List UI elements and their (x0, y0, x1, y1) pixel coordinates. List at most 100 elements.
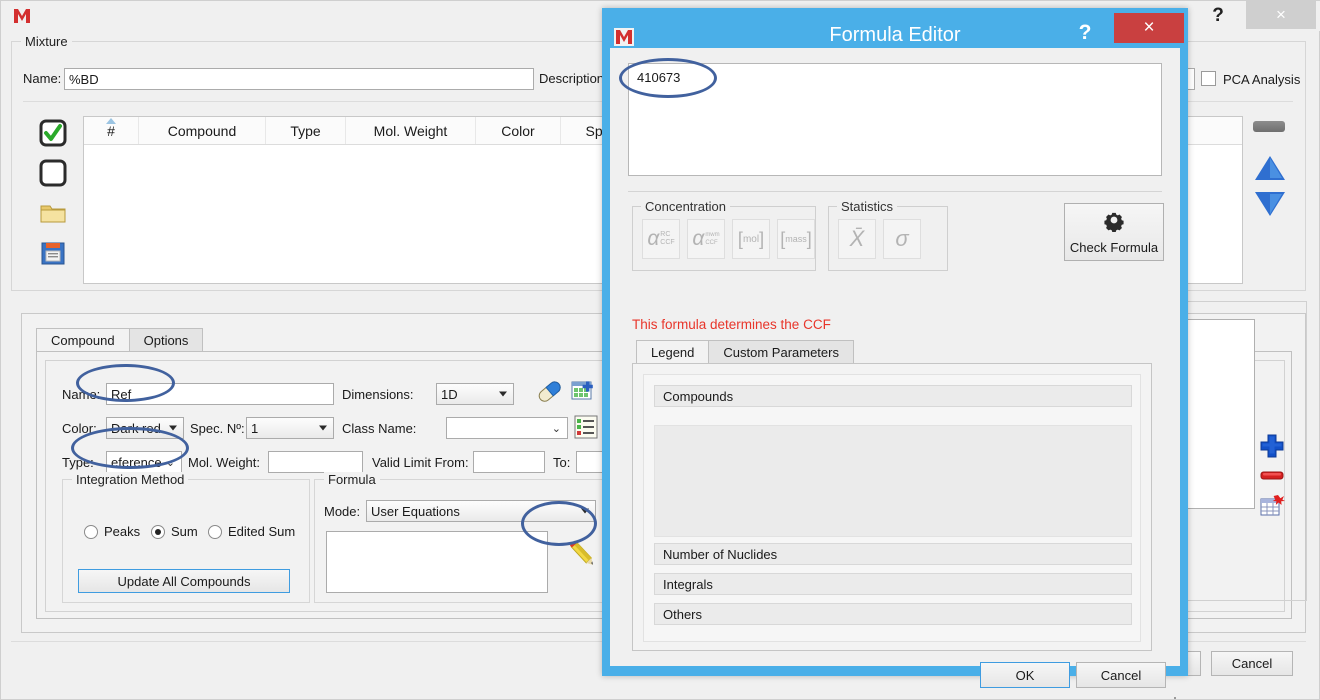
chevron-down-icon (581, 508, 589, 514)
save-icon[interactable] (39, 239, 67, 267)
radio-peaks[interactable]: Peaks (84, 524, 140, 539)
legend-tabstrip: Legend Custom Parameters (636, 340, 854, 364)
mixture-name-input[interactable] (64, 68, 534, 90)
alpha-glyph: α (692, 227, 705, 250)
right-side-list[interactable] (1185, 319, 1255, 509)
dialog-ok-button[interactable]: OK (980, 662, 1070, 688)
dialog-cancel-button[interactable]: Cancel (1076, 662, 1166, 688)
class-list-icon[interactable] (574, 415, 598, 442)
compound-type-label: Type: (62, 455, 94, 470)
sigma-icon[interactable]: σ (883, 219, 921, 259)
formula-mode-value: User Equations (371, 503, 460, 519)
formula-input-field[interactable] (628, 63, 1162, 176)
class-name-label: Class Name: (342, 421, 417, 436)
integration-method-title: Integration Method (72, 472, 189, 487)
compound-name-label: Name: (62, 387, 101, 402)
spec-no-value: 1 (251, 420, 259, 436)
move-up-icon[interactable] (1253, 153, 1287, 186)
column-header-color[interactable]: Color (476, 117, 561, 144)
radio-sum-label: Sum (171, 524, 198, 539)
table-add-icon[interactable] (571, 379, 599, 408)
compound-tabstrip: Compound Options (36, 328, 204, 352)
screen: ? × Mixture Name: Description: ⌄ PCA Ana… (0, 0, 1320, 700)
background-cancel-button[interactable]: Cancel (1211, 651, 1293, 676)
accordion-others[interactable]: Others (654, 603, 1132, 625)
compound-color-dropdown[interactable]: Dark red (106, 417, 184, 439)
tab-options[interactable]: Options (128, 328, 204, 352)
dimensions-label: Dimensions: (342, 387, 414, 402)
gear-icon (1100, 209, 1128, 238)
radio-edited-sum[interactable]: Edited Sum (208, 524, 295, 539)
formula-mode-dropdown[interactable]: User Equations (366, 500, 596, 522)
radio-edited-sum-indicator (208, 524, 222, 539)
grip-handle-icon[interactable] (1253, 121, 1285, 132)
formula-editor-help-button[interactable]: ? (1070, 20, 1100, 46)
open-folder-icon[interactable] (39, 199, 67, 227)
resize-grip-icon[interactable] (1167, 694, 1177, 700)
chevron-down-icon: ⌄ (165, 457, 175, 469)
tab-compound[interactable]: Compound (36, 328, 130, 352)
class-name-dropdown[interactable]: ⌄ (446, 417, 568, 439)
mixture-description-label: Description: (539, 71, 608, 86)
formula-mode-label: Mode: (324, 504, 361, 519)
valid-limit-from-input[interactable] (473, 451, 545, 473)
column-header-index[interactable]: # (84, 117, 139, 144)
alpha-subscript: CCF (705, 240, 718, 246)
mass-bracket-icon[interactable]: [mass] (777, 219, 815, 259)
check-formula-button[interactable]: Check Formula (1064, 203, 1164, 261)
pca-analysis-label: PCA Analysis (1223, 72, 1301, 87)
chevron-down-icon (169, 425, 177, 431)
delete-table-icon[interactable] (1259, 493, 1285, 522)
compound-type-dropdown[interactable]: eference ⌄ (106, 451, 182, 473)
pencil-edit-icon[interactable] (566, 539, 600, 574)
background-close-button[interactable]: × (1246, 1, 1316, 29)
update-all-compounds-button[interactable]: Update All Compounds (78, 569, 290, 593)
pca-analysis-checkbox[interactable] (1201, 71, 1216, 86)
column-header-compound[interactable]: Compound (139, 117, 266, 144)
add-row-icon[interactable] (1259, 433, 1285, 462)
alpha-mwm-ccf-icon[interactable]: α mwm CCF (687, 219, 725, 259)
remove-row-icon[interactable] (1259, 467, 1285, 486)
alpha-superscript: RC (660, 231, 671, 238)
mol-weight-input[interactable] (268, 451, 363, 473)
compound-formula-textarea[interactable] (326, 531, 548, 593)
formula-editor-close-button[interactable]: × (1114, 13, 1184, 43)
valid-limit-from-label: Valid Limit From: (372, 455, 469, 470)
compound-name-input[interactable] (106, 383, 334, 405)
formula-group-title: Formula (324, 472, 380, 487)
concentration-group-title: Concentration (641, 199, 730, 214)
mean-x-bar-icon[interactable]: X̄ (838, 219, 876, 259)
mol-bracket-icon[interactable]: [mol] (732, 219, 770, 259)
mol-weight-label: Mol. Weight: (188, 455, 261, 470)
accordion-compounds-body[interactable] (654, 425, 1132, 537)
column-label: Mol. Weight (373, 122, 448, 139)
radio-edited-sum-label: Edited Sum (228, 524, 296, 539)
move-down-icon[interactable] (1253, 189, 1287, 222)
column-label: # (107, 122, 115, 139)
background-help-button[interactable]: ? (1195, 1, 1241, 31)
radio-sum[interactable]: Sum (151, 524, 198, 539)
ccf-message: This formula determines the CCF (632, 317, 831, 332)
chevron-down-icon (319, 425, 327, 431)
accordion-integrals[interactable]: Integrals (654, 573, 1132, 595)
mol-label: mol (742, 233, 760, 245)
accordion-compounds[interactable]: Compounds (654, 385, 1132, 407)
dimensions-dropdown[interactable]: 1D (436, 383, 514, 405)
uncheck-all-icon[interactable] (39, 159, 67, 187)
alpha-subscript: CCF (660, 239, 675, 246)
tab-custom-parameters[interactable]: Custom Parameters (708, 340, 854, 364)
alpha-superscript: mwm (705, 232, 720, 238)
alpha-rc-ccf-icon[interactable]: α RC CCF (642, 219, 680, 259)
spec-no-dropdown[interactable]: 1 (246, 417, 334, 439)
tab-legend[interactable]: Legend (636, 340, 710, 364)
column-label: Color (501, 122, 535, 139)
formula-editor-titlebar: Formula Editor ? × (602, 8, 1188, 48)
check-all-icon[interactable] (39, 119, 67, 147)
mixture-icon-column (39, 119, 67, 279)
accordion-number-of-nuclides[interactable]: Number of Nuclides (654, 543, 1132, 565)
pill-eraser-icon[interactable] (536, 379, 564, 408)
column-header-mol-weight[interactable]: Mol. Weight (346, 117, 476, 144)
compound-color-label: Color: (62, 421, 97, 436)
alpha-glyph: α (647, 227, 660, 250)
column-header-type[interactable]: Type (266, 117, 346, 144)
